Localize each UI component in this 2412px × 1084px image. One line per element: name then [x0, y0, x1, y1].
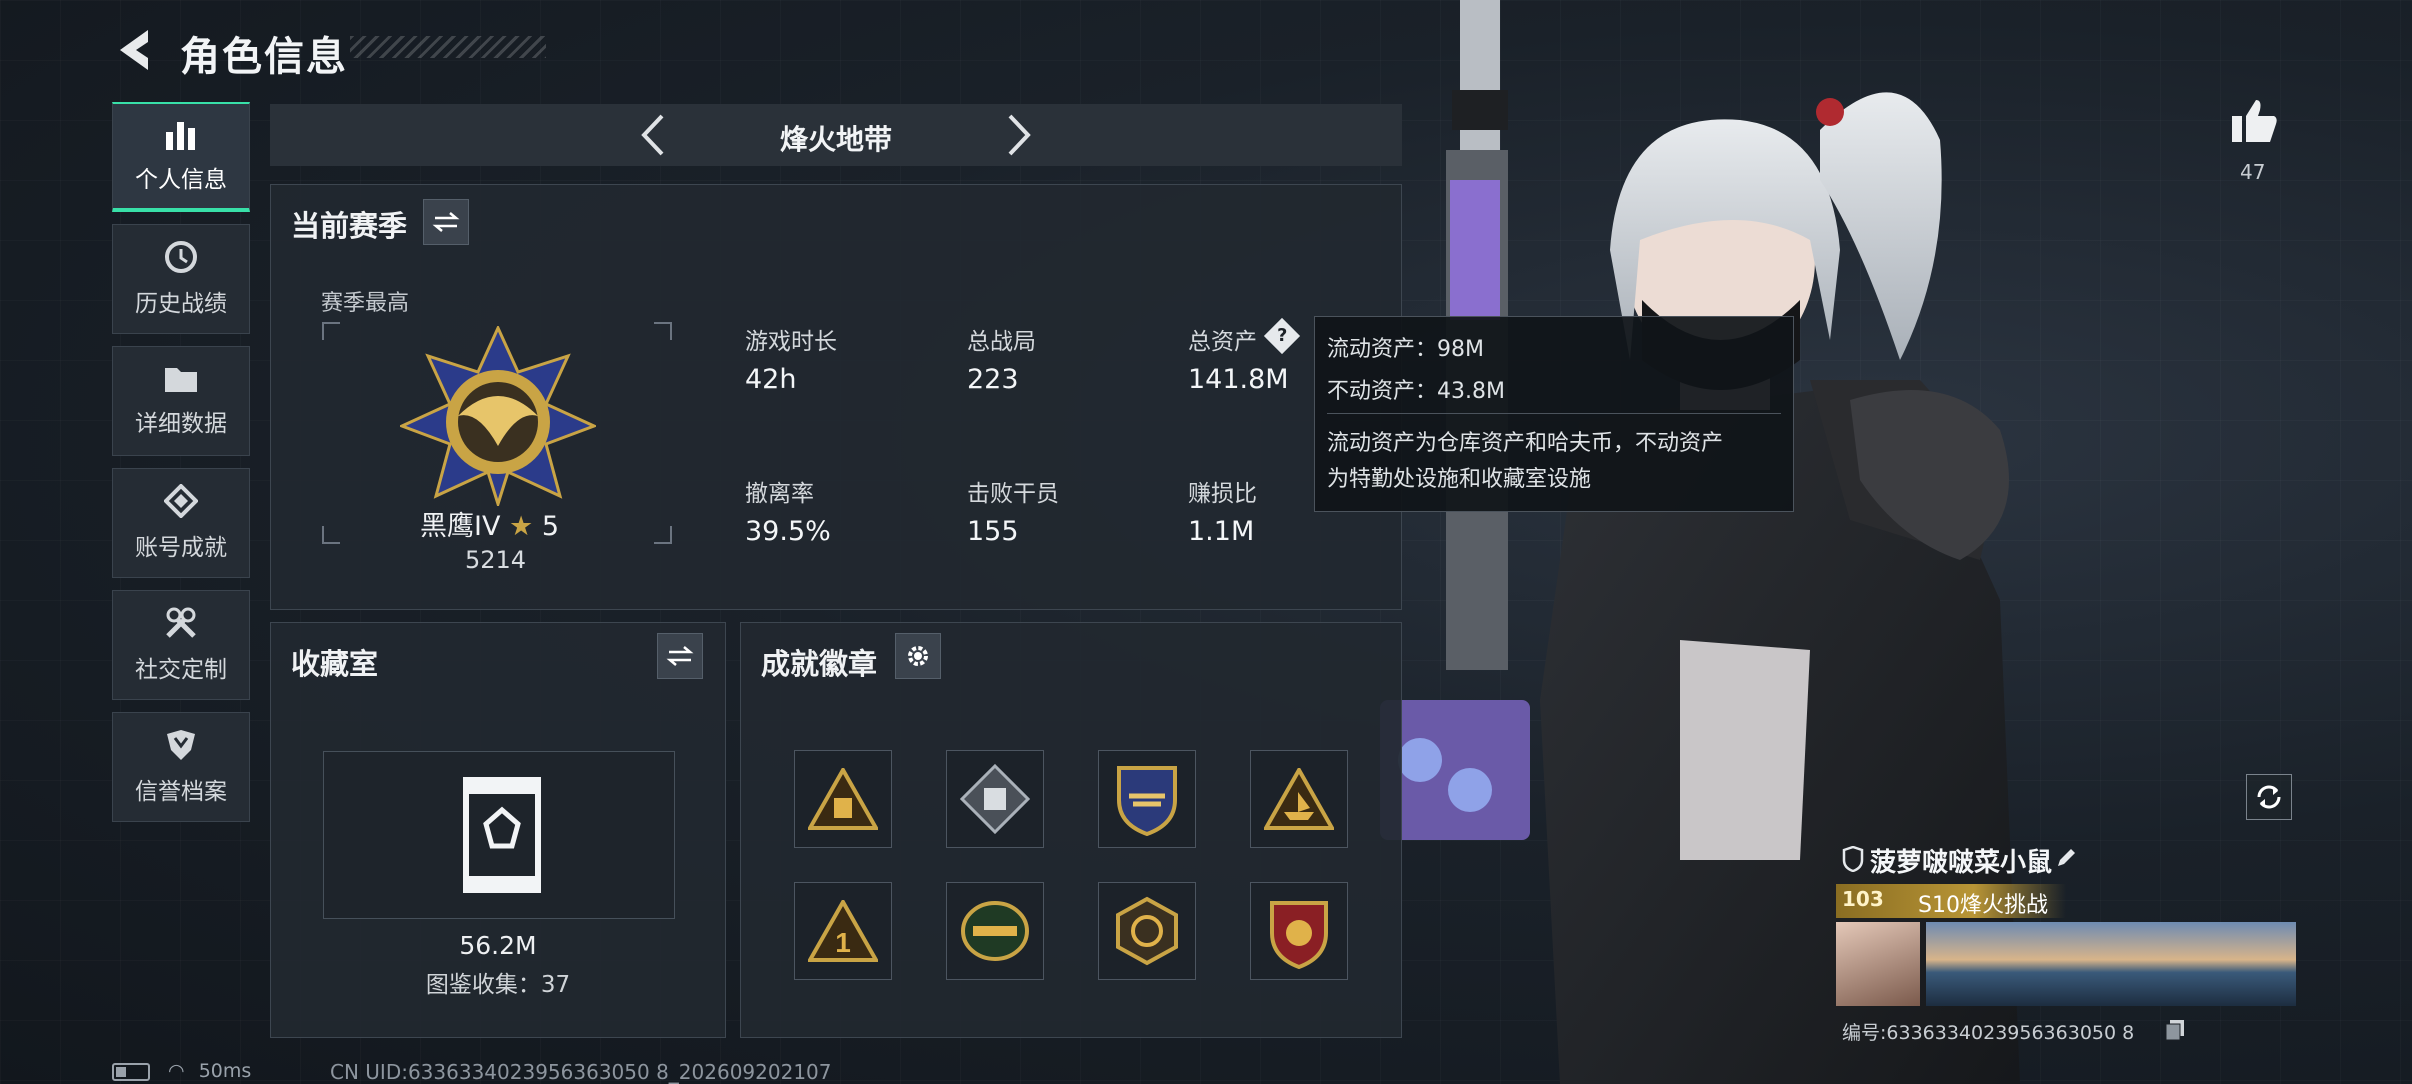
rank-stars: 5	[541, 511, 560, 542]
triangle-crate-badge[interactable]	[794, 750, 892, 848]
swap-icon	[666, 646, 694, 666]
bar-chart-icon	[164, 118, 198, 150]
stat-value-extract-rate: 39.5%	[745, 516, 831, 547]
player-name: 菠萝啵啵菜小鼠	[1870, 848, 2053, 878]
tooltip-liquid: 流动资产：98M	[1327, 337, 1484, 362]
back-arrow-icon[interactable]	[112, 26, 156, 74]
triangle-number-one-badge[interactable]: 1	[794, 882, 892, 980]
nav-label: 历史战绩	[135, 291, 227, 317]
edit-pencil-icon[interactable]	[2054, 846, 2078, 870]
nav-label: 信誉档案	[135, 779, 227, 805]
collection-panel: 收藏室 56.2M 图鉴收集：37	[270, 622, 726, 1038]
player-card[interactable]: 菠萝啵啵菜小鼠 103 S10烽火挑战	[1836, 842, 2296, 1016]
tooltip-desc-1: 流动资产为仓库资产和哈夫币，不动资产	[1327, 431, 1724, 456]
wifi-icon: ◠	[168, 1060, 185, 1082]
swap-collection-button[interactable]	[657, 633, 703, 679]
nav-label: 个人信息	[135, 167, 227, 193]
shield-badge-icon	[1842, 846, 1864, 872]
gear-icon	[908, 646, 928, 666]
stat-label-total-matches: 总战局	[967, 329, 1036, 355]
nav-item-details[interactable]: 详细数据	[112, 346, 250, 456]
star-icon: ★	[509, 511, 534, 542]
nav-label: 账号成就	[135, 535, 227, 561]
shield-icon	[164, 728, 198, 762]
season-title: 当前赛季	[291, 209, 408, 243]
season-tag: 103 S10烽火挑战	[1836, 884, 2066, 918]
player-id: 编号:6336334023956363050 8	[1842, 1022, 2135, 1044]
display-case-icon	[463, 777, 541, 893]
stat-value-total-matches: 223	[967, 364, 1019, 395]
stat-value-playtime: 42h	[745, 364, 797, 395]
clock-icon	[164, 240, 198, 274]
rank-name-row: 黑鹰IV ★ 5	[420, 504, 559, 543]
stat-label-extract-rate: 撤离率	[745, 481, 814, 507]
folder-icon	[163, 364, 199, 394]
nav-item-credit[interactable]: 信誉档案	[112, 712, 250, 822]
badge-settings-button[interactable]	[895, 633, 941, 679]
achievements-title: 成就徽章	[761, 647, 878, 681]
swap-season-button[interactable]	[423, 199, 469, 245]
stat-value-profit-ratio: 1.1M	[1188, 516, 1255, 547]
ping-value: 50ms	[198, 1060, 252, 1082]
stat-value-kills: 155	[967, 516, 1019, 547]
achievement-icon	[164, 484, 198, 518]
season-tag-label: S10烽火挑战	[1918, 893, 2048, 918]
collection-count: 图鉴收集：37	[425, 972, 571, 998]
svg-text:1: 1	[835, 927, 851, 958]
rotate-view-button[interactable]	[2246, 774, 2292, 820]
tools-icon	[164, 606, 198, 640]
player-banner	[1926, 922, 2296, 1006]
collection-preview[interactable]	[323, 751, 675, 919]
gold-hexagon-badge[interactable]	[1098, 882, 1196, 980]
tooltip-desc-2: 为特勤处设施和收藏室设施	[1327, 467, 1592, 492]
nav-label: 社交定制	[135, 657, 227, 683]
battery-icon	[112, 1062, 150, 1081]
page-title: 角色信息	[180, 34, 348, 80]
copy-icon[interactable]	[2164, 1018, 2186, 1042]
refresh-icon	[2257, 785, 2281, 809]
wreath-emblem-badge[interactable]	[946, 882, 1044, 980]
uid-text: CN UID:6336334023956363050 8_20260920210…	[330, 1060, 832, 1084]
stat-label-profit-ratio: 赚损比	[1188, 481, 1257, 507]
stat-label-kills: 击败干员	[967, 481, 1059, 507]
collection-title: 收藏室	[291, 647, 379, 681]
nav-item-achievements[interactable]: 账号成就	[112, 468, 250, 578]
nav-item-personal-info[interactable]: 个人信息	[112, 102, 250, 212]
rank-points: 5214	[465, 546, 527, 574]
red-shield-badge[interactable]	[1250, 882, 1348, 980]
tooltip-fixed: 不动资产：43.8M	[1327, 379, 1505, 404]
rank-level: 103	[1842, 887, 1884, 911]
title-decoration	[350, 36, 546, 58]
assets-tooltip: 流动资产：98M 不动资产：43.8M 流动资产为仓库资产和哈夫币，不动资产 为…	[1314, 316, 1794, 512]
mode-name: 烽火地带	[779, 123, 892, 156]
rank-name: 黑鹰IV	[420, 511, 501, 542]
swap-icon	[432, 212, 460, 232]
chevron-right-icon[interactable]	[992, 110, 1042, 160]
triangle-ship-badge[interactable]	[1250, 750, 1348, 848]
status-bar: ◠ 50ms	[112, 1060, 251, 1082]
nav-item-social[interactable]: 社交定制	[112, 590, 250, 700]
mode-selector: 烽火地带	[270, 104, 1402, 166]
nav-item-history[interactable]: 历史战绩	[112, 224, 250, 334]
thumbs-up-icon[interactable]	[2230, 98, 2278, 144]
stat-label-total-assets: 总资产	[1188, 329, 1257, 355]
collection-value: 56.2M	[459, 931, 537, 960]
avatar[interactable]	[1836, 922, 1920, 1006]
shield-wings-badge[interactable]	[1098, 750, 1196, 848]
stat-value-total-assets: 141.8M	[1188, 364, 1289, 395]
stat-label-playtime: 游戏时长	[745, 329, 837, 355]
diamond-box-badge[interactable]	[946, 750, 1044, 848]
rank-emblem-icon	[400, 326, 596, 506]
like-count: 47	[2240, 160, 2266, 184]
tooltip-divider	[1327, 413, 1781, 414]
season-best-label: 赛季最高	[321, 291, 410, 316]
nav-label: 详细数据	[135, 411, 227, 437]
